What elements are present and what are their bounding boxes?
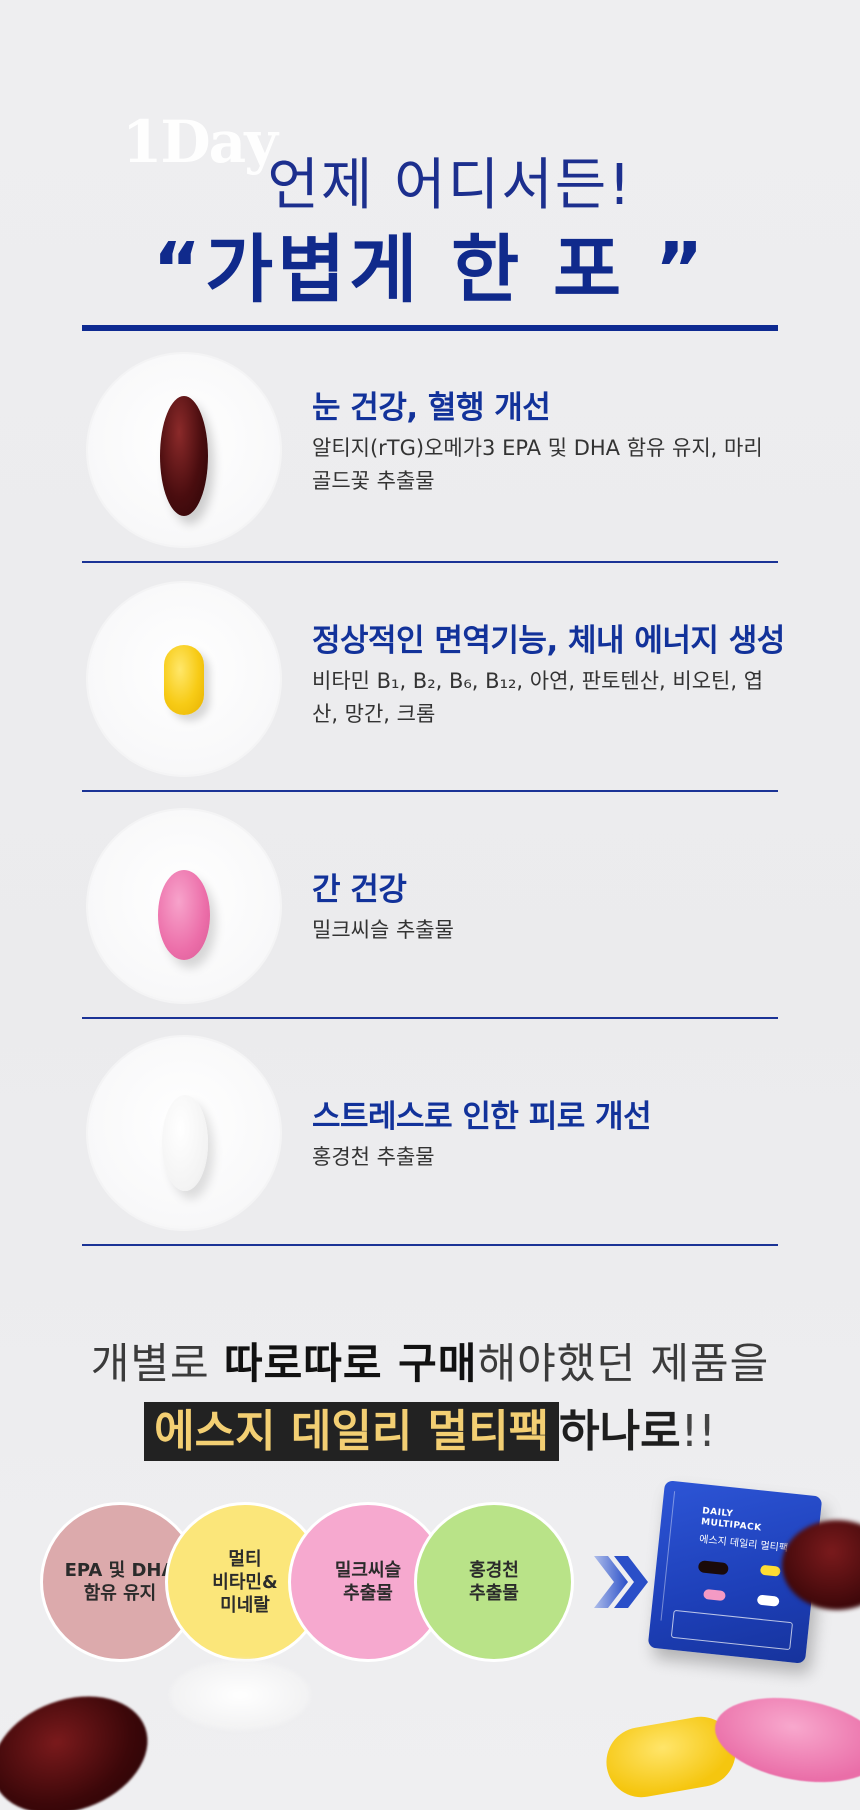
pouch-info-box [670,1609,794,1651]
decorative-softgel [0,1675,164,1810]
row-divider [82,1244,778,1246]
benefit-title: 정상적인 면역기능, 체내 에너지 생성 [312,623,785,659]
benefit-desc: 밀크씨슬 추출물 [312,918,454,942]
pouch-white-tablet-icon [756,1594,780,1607]
capsule-pill-icon [164,645,204,715]
benefit-desc: 비타민 B₁, B₂, B₆, B₁₂, 아연, 판토텐산, 비오틴, 엽산, … [312,669,764,726]
pouch-seam [660,1491,681,1622]
text-segment: 하나로 [559,1406,681,1457]
tablet-pill-icon [158,870,210,960]
text-segment: !! [680,1406,716,1457]
benefit-row: 눈 건강, 혈행 개선 알티지(rTG)오메가3 EPA 및 DHA 함유 유지… [82,336,778,563]
pouch-capsule-icon [759,1564,781,1577]
decorative-tablet [708,1685,860,1795]
double-chevron-right-icon [594,1556,648,1608]
ingredient-label: 홍경천 추출물 [469,1560,519,1604]
headline-line1: 언제 어디서든! [267,153,633,218]
pouch-softgel-icon [697,1560,729,1576]
tablet-pill-icon [162,1095,208,1191]
row-divider [82,561,778,563]
product-detail-page: 1Day 언제 어디서든! “가볍게 한 포 ” 눈 건강, 혈행 개선 알티지… [0,0,860,1810]
benefit-title: 스트레스로 인한 피로 개선 [312,1099,652,1135]
benefit-row: 정상적인 면역기능, 체내 에너지 생성 비타민 B₁, B₂, B₆, B₁₂… [82,565,785,792]
emphasis-text: 따로따로 구매 [223,1339,478,1388]
product-callout: 에스지 데일리 멀티팩 하나로!! [0,1395,860,1461]
highlight-product-name: 에스지 데일리 멀티팩 [144,1402,560,1461]
ingredient-circle: 홍경천 추출물 [414,1502,574,1662]
comparison-text: 개별로 따로따로 구매해야했던 제품을 [0,1330,860,1391]
headline-line2: “가볍게 한 포 ” [152,227,708,313]
benefit-row: 간 건강 밀크씨슬 추출물 [82,792,778,1019]
benefit-title: 눈 건강, 혈행 개선 [312,390,551,426]
ingredient-label: EPA 및 DHA 함유 유지 [64,1560,176,1604]
header-divider [82,325,778,331]
benefit-desc: 홍경천 추출물 [312,1145,435,1169]
softgel-pill-icon [160,396,208,516]
pill-plate [88,810,280,1002]
benefit-row: 스트레스로 인한 피로 개선 홍경천 추출물 [82,1019,778,1246]
text-segment: 개별로 [90,1339,224,1388]
pill-plate [88,583,280,775]
pouch-pink-tablet-icon [703,1588,726,1602]
pill-plate [88,1037,280,1229]
ingredient-label: 멀티 비타민& 미네랄 [212,1548,278,1616]
benefit-title: 간 건강 [312,872,407,908]
pill-plate [88,354,280,546]
text-segment: 해야했던 제품을 [477,1339,770,1388]
pouch-product-name: 에스지 데일리 멀티팩 [698,1534,789,1555]
benefit-desc: 알티지(rTG)오메가3 EPA 및 DHA 함유 유지, 마리골드꽃 추출물 [312,436,763,493]
ingredient-label: 밀크씨슬 추출물 [334,1560,402,1604]
decorative-white-tablet [170,1660,310,1730]
